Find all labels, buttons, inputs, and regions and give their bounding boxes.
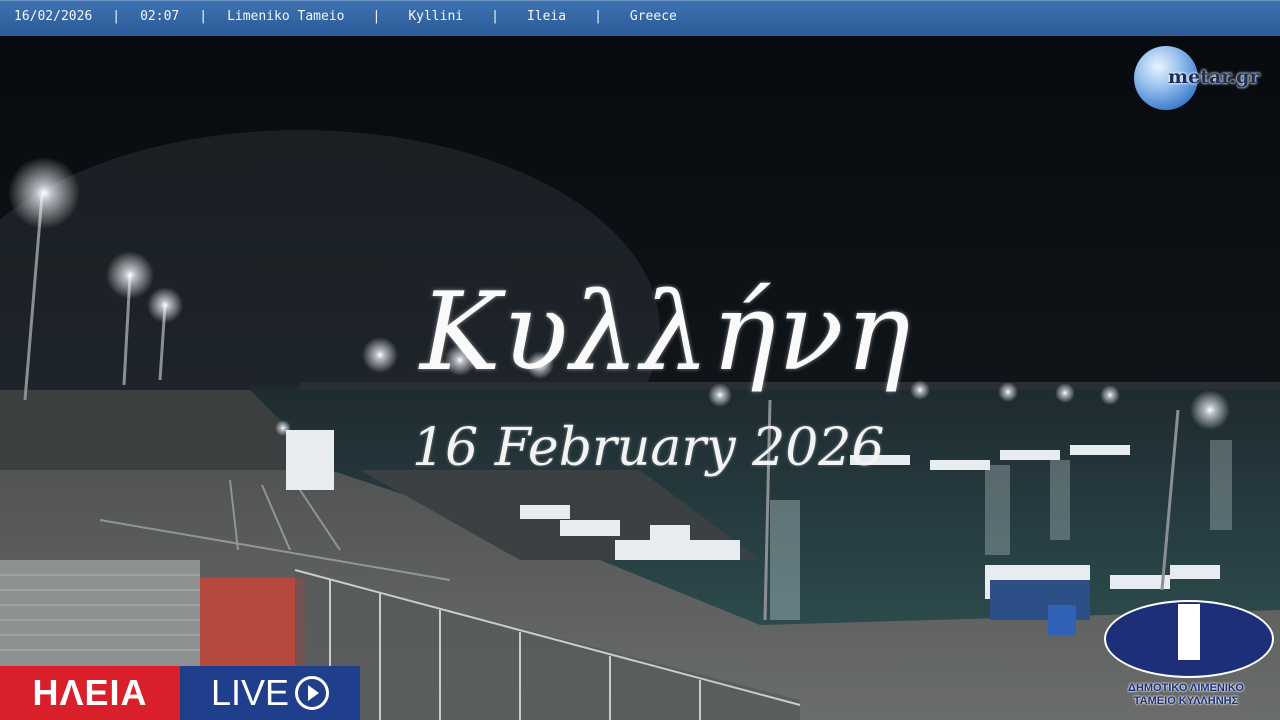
- metar-logo-text: metar.gr: [1168, 66, 1260, 88]
- separator: |: [199, 9, 208, 24]
- overlay-time: 02:07: [140, 9, 180, 24]
- date-caption: 16 February 2026: [412, 418, 885, 478]
- separator: |: [594, 9, 602, 24]
- overlay-town: Kyllini: [408, 9, 464, 24]
- port-logo-text: ΔΗΜΟΤΙΚΟ ΛΙΜΕΝΙΚΟ ΤΑΜΕΙΟ ΚΥΛΛΗΝΗΣ: [1098, 682, 1274, 708]
- separator: |: [491, 9, 499, 24]
- play-icon: [295, 676, 330, 710]
- ileia-live-left: ΗΛΕΙΑ: [0, 666, 180, 720]
- overlay-date: 16/02/2026: [14, 9, 93, 24]
- port-logo-line2: ΤΑΜΕΙΟ ΚΥΛΛΗΝΗΣ: [1133, 695, 1239, 707]
- separator: |: [372, 9, 381, 24]
- lighthouse-icon: [1178, 604, 1200, 660]
- info-bar-text: 16/02/2026 | 02:07 | Limeniko Tameio | K…: [14, 9, 677, 24]
- ileia-live-right-text: LIVE: [210, 672, 290, 713]
- overlay-country: Greece: [629, 9, 677, 24]
- overlay-region: Ileia: [526, 9, 567, 24]
- separator: |: [112, 9, 121, 24]
- ileia-live-right: LIVE: [180, 666, 360, 720]
- location-caption: Κυλλήνη: [420, 270, 913, 395]
- info-bar: 16/02/2026 | 02:07 | Limeniko Tameio | K…: [0, 0, 1280, 36]
- port-fund-logo: ΔΗΜΟΤΙΚΟ ΛΙΜΕΝΙΚΟ ΤΑΜΕΙΟ ΚΥΛΛΗΝΗΣ: [1098, 598, 1274, 714]
- overlay-location: Limeniko Tameio: [227, 9, 345, 24]
- ileia-live-logo: ΗΛΕΙΑ LIVE: [0, 666, 360, 720]
- metar-logo: metar.gr: [1132, 44, 1272, 114]
- port-logo-line1: ΔΗΜΟΤΙΚΟ ΛΙΜΕΝΙΚΟ: [1128, 682, 1244, 694]
